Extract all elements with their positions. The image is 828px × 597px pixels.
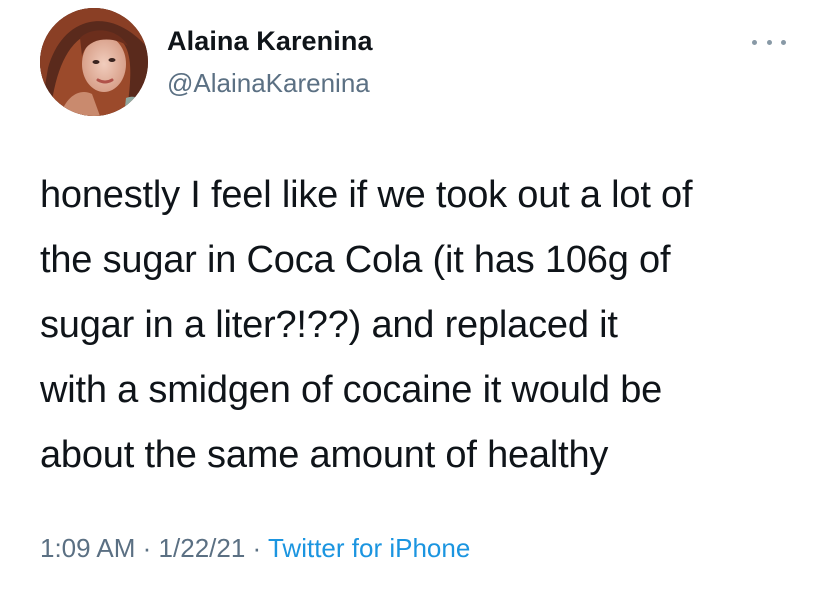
tweet: Alaina Karenina @AlainaKarenina honestly… [0,0,828,597]
tweet-text-line: honestly I feel like if we took out a lo… [40,174,693,216]
meta-separator: · [142,533,152,563]
avatar-photo [40,8,148,116]
meta-separator: · [252,533,262,563]
more-options-button[interactable] [752,32,786,52]
tweet-metadata: 1:09 AM · 1/22/21 · Twitter for iPhone [40,533,470,564]
display-name[interactable]: Alaina Karenina [167,26,373,57]
tweet-text-line: with a smidgen of cocaine it would be [40,369,663,411]
more-horizontal-icon [752,39,757,45]
user-handle[interactable]: @AlainaKarenina [167,68,370,99]
tweet-time[interactable]: 1:09 AM [40,533,135,563]
more-horizontal-icon-dot [766,39,772,45]
tweet-text-line: about the same amount of healthy [40,434,609,476]
tweet-text: honestly I feel like if we took out a lo… [40,163,800,488]
avatar[interactable] [40,8,148,116]
more-horizontal-icon-dot [781,39,786,45]
tweet-date[interactable]: 1/22/21 [159,533,246,563]
tweet-text-line: sugar in a liter?!??) and replaced it [40,304,618,346]
tweet-text-line: the sugar in Coca Cola (it has 106g of [40,239,671,281]
tweet-source-link[interactable]: Twitter for iPhone [268,533,470,563]
